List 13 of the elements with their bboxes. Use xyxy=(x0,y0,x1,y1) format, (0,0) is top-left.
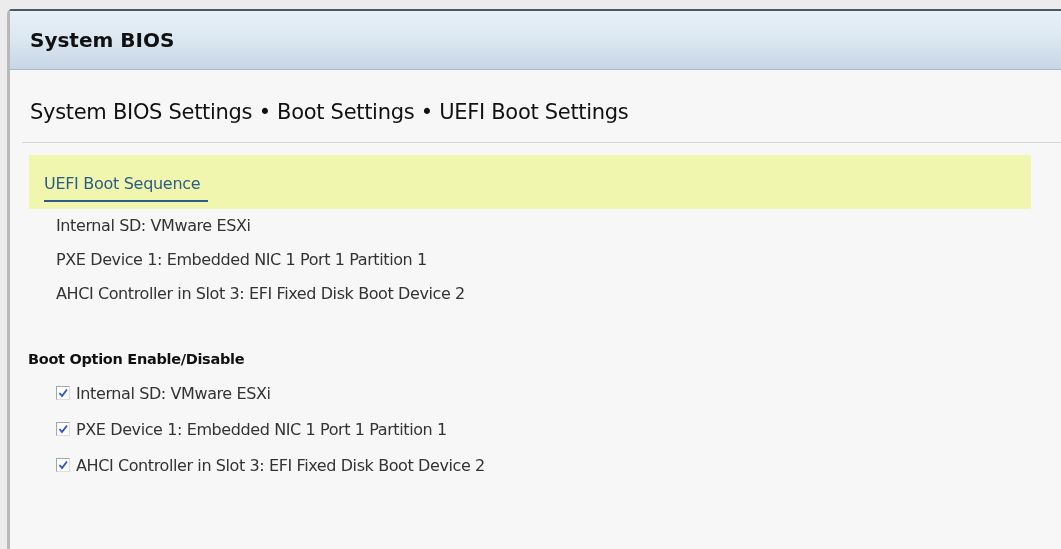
section-heading: Boot Option Enable/Disable xyxy=(27,351,246,367)
window-title: System BIOS xyxy=(30,28,175,52)
checkbox[interactable] xyxy=(56,458,70,472)
boot-device-item: Internal SD: VMware ESXi xyxy=(56,215,252,237)
checkbox[interactable] xyxy=(56,386,70,400)
boot-sequence-link[interactable]: UEFI Boot Sequence xyxy=(44,168,209,202)
boot-device-item: AHCI Controller in Slot 3: EFI Fixed Disk Boot Device 2 xyxy=(56,283,466,305)
checkbox[interactable] xyxy=(56,422,70,436)
checkbox-label: AHCI Controller in Slot 3: EFI Fixed Disk Boot Device 2 xyxy=(76,455,485,475)
boot-device-item: PXE Device 1: Embedded NIC 1 Port 1 Partition 1 xyxy=(56,249,428,271)
checkbox-label: PXE Device 1: Embedded NIC 1 Port 1 Partition 1 xyxy=(76,419,447,439)
breadcrumb: System BIOS Settings • Boot Settings • UEFI Boot Settings xyxy=(29,99,630,126)
checkbox-label: Internal SD: VMware ESXi xyxy=(76,383,271,403)
